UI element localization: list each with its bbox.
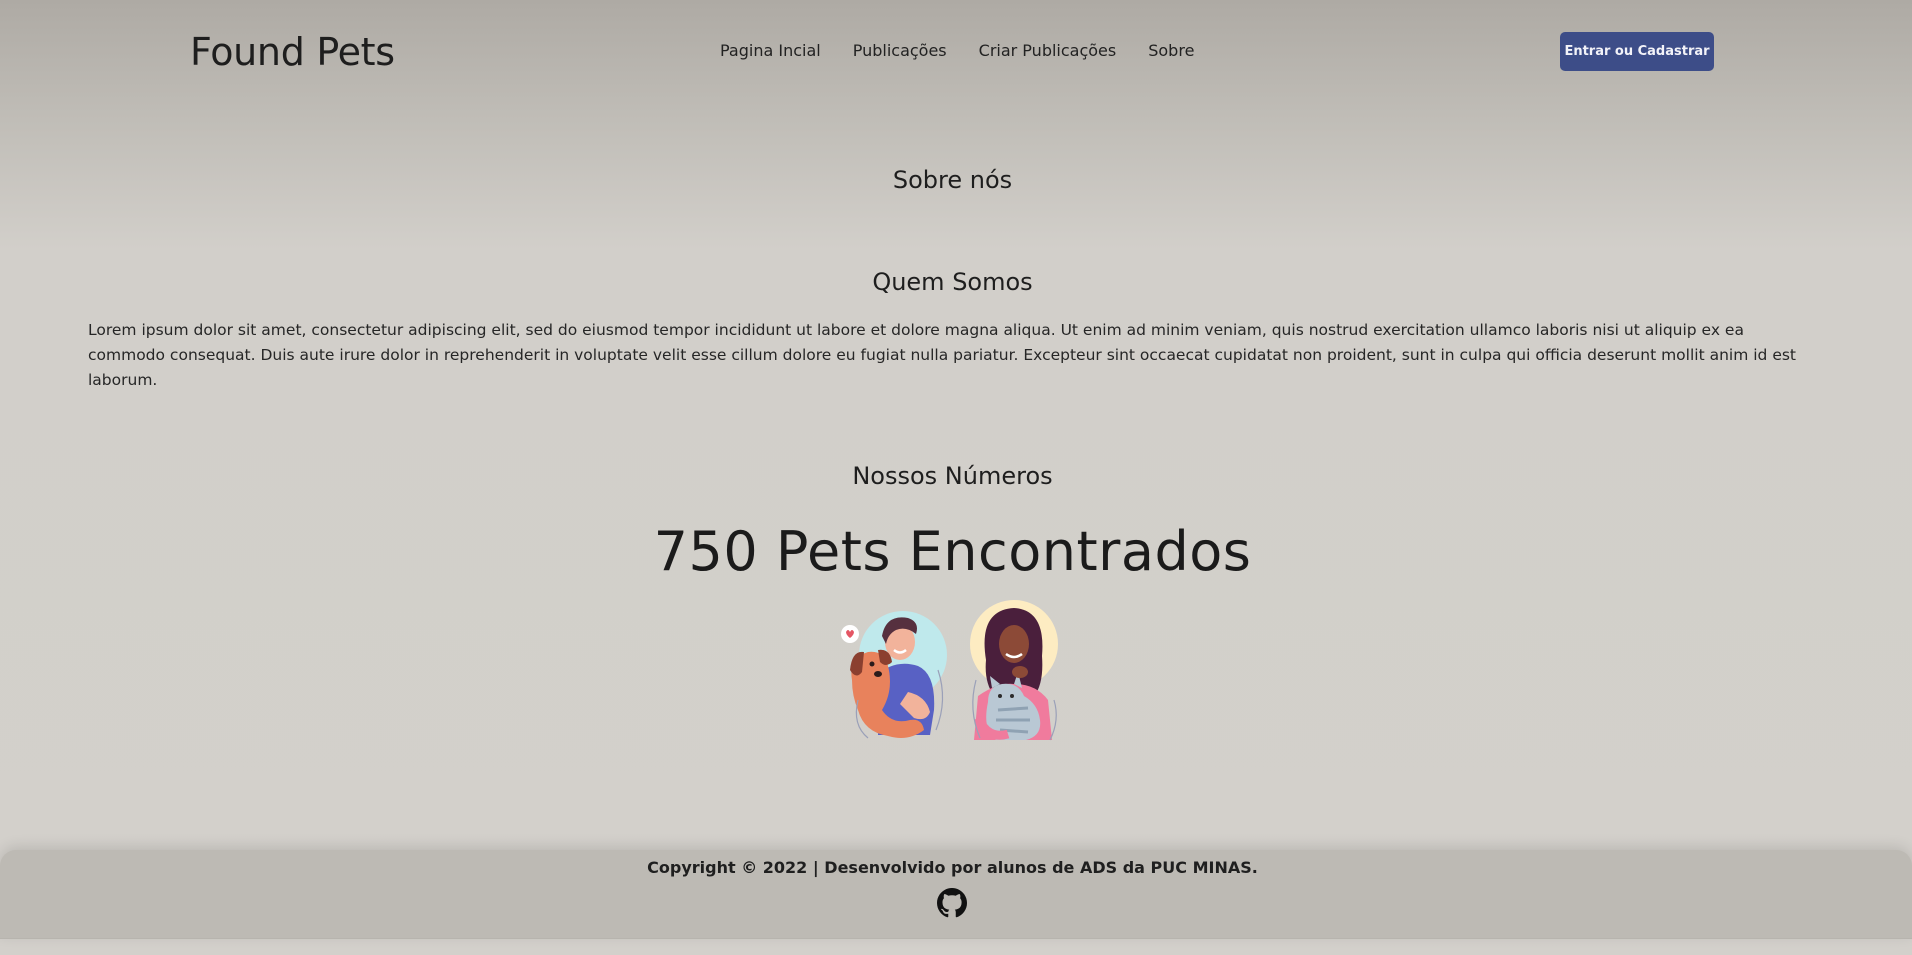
- nav-link-about[interactable]: Sobre: [1148, 39, 1194, 63]
- who-we-are-heading: Quem Somos: [872, 268, 1033, 296]
- nav-link-create-publication[interactable]: Criar Publicações: [979, 39, 1117, 63]
- pets-found-count: 750 Pets Encontrados: [653, 520, 1252, 583]
- page-title: Sobre nós: [892, 166, 1013, 194]
- woman-with-cat-illustration: [970, 600, 1058, 741]
- copyright-text: Copyright © 2022 | Desenvolvido por alun…: [647, 858, 1258, 877]
- who-we-are-text: Lorem ipsum dolor sit amet, consectetur …: [88, 321, 1797, 389]
- our-numbers-heading: Nossos Números: [852, 462, 1053, 490]
- github-icon[interactable]: [937, 888, 967, 918]
- pet-owners-illustration: [838, 600, 1070, 742]
- site-logo[interactable]: Found Pets: [190, 26, 395, 78]
- main-nav: Pagina Incial Publicações Criar Publicaç…: [720, 39, 1194, 63]
- nav-link-publications[interactable]: Publicações: [853, 39, 947, 63]
- footer-divider: [0, 938, 1912, 939]
- man-with-dog-illustration: [841, 611, 947, 739]
- login-signup-button[interactable]: Entrar ou Cadastrar: [1560, 32, 1714, 71]
- nav-link-home[interactable]: Pagina Incial: [720, 39, 821, 63]
- site-header: Found Pets Pagina Incial Publicações Cri…: [0, 0, 1912, 104]
